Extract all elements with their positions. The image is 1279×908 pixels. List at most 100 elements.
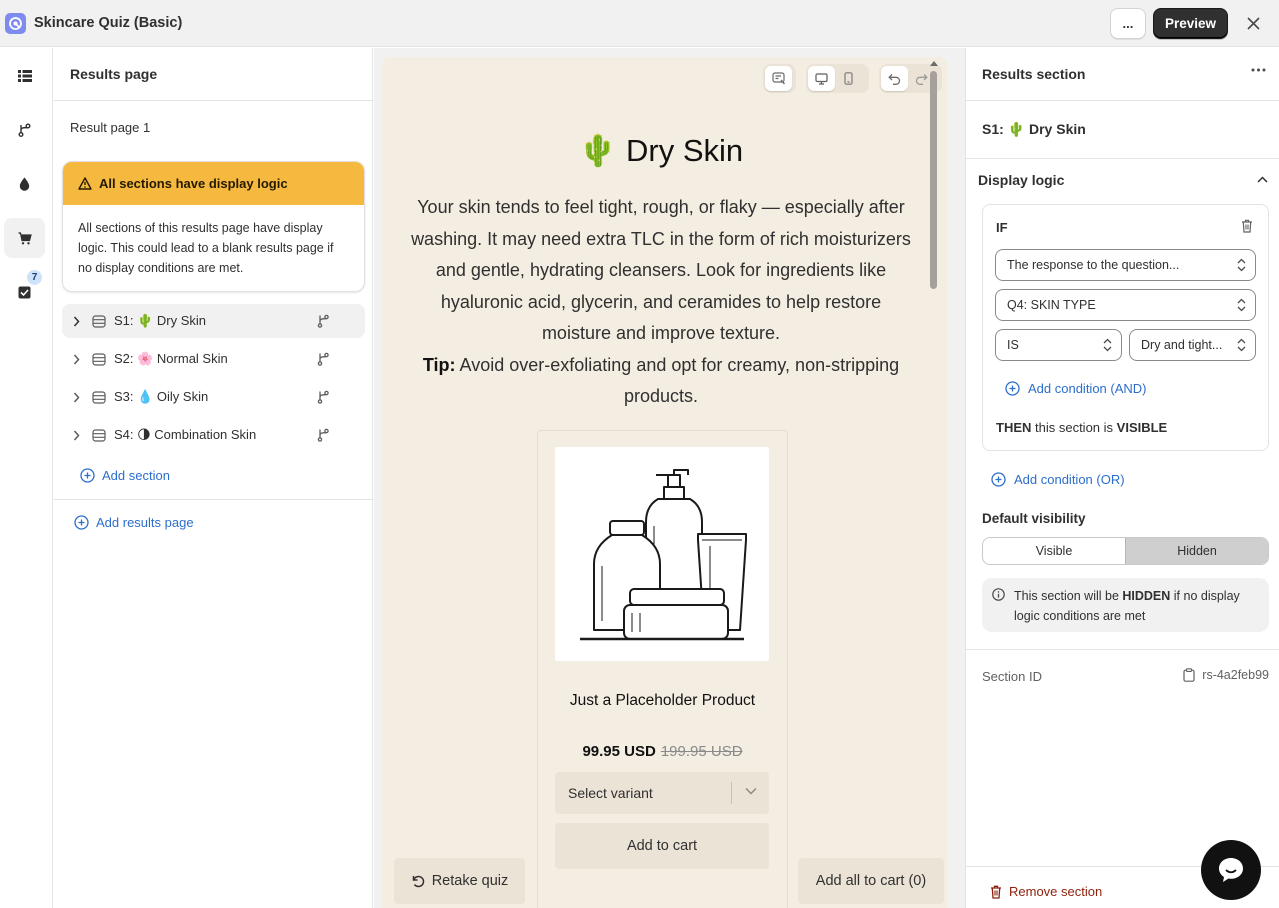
warning-icon: [78, 177, 92, 190]
add-condition-and-link[interactable]: Add condition (AND): [1005, 381, 1147, 396]
section-stack-icon: [92, 390, 106, 404]
question-select[interactable]: Q4: SKIN TYPE: [995, 289, 1256, 321]
warning-banner: All sections have display logic All sect…: [62, 161, 365, 292]
desktop-icon[interactable]: [808, 66, 835, 91]
section-item-s4[interactable]: S4: 🌗 Combination Skin: [62, 418, 365, 452]
chevron-right-icon[interactable]: [66, 392, 86, 403]
section-id-value: rs-4a2feb99: [1202, 668, 1269, 682]
droplet-icon: [19, 177, 30, 191]
result-page-title[interactable]: Result page 1: [70, 120, 150, 135]
trash-icon[interactable]: [1241, 219, 1253, 233]
remove-section-button[interactable]: Remove section: [990, 884, 1102, 899]
selected-section-title: S1: 🌵 Dry Skin: [966, 101, 1279, 159]
section-item-s1[interactable]: S1: 🌵 Dry Skin: [62, 304, 365, 338]
section-heading[interactable]: 🌵 Dry Skin: [382, 132, 940, 169]
add-section-link[interactable]: Add section: [80, 468, 170, 483]
branch-icon: [317, 314, 329, 328]
top-bar: Skincare Quiz (Basic) ... Preview: [0, 0, 1279, 47]
rail-item-logic[interactable]: [4, 110, 45, 150]
add-all-to-cart-button[interactable]: Add all to cart (0): [798, 858, 944, 904]
undo-icon[interactable]: [881, 66, 908, 91]
operator-select[interactable]: IS: [995, 329, 1122, 361]
display-logic-heading[interactable]: Display logic: [978, 172, 1064, 188]
condition-group: IF The response to the question... Q4: S…: [982, 204, 1269, 451]
add-to-cart-button[interactable]: Add to cart: [555, 823, 769, 869]
icon-rail: 7: [0, 48, 53, 908]
section-item-label: S1: 🌵 Dry Skin: [114, 313, 207, 328]
notice-text-a: This section will be: [1014, 589, 1123, 603]
section-id-copy[interactable]: rs-4a2feb99: [1183, 668, 1269, 682]
chevron-right-icon[interactable]: [66, 430, 86, 441]
retake-quiz-label: Retake quiz: [431, 873, 509, 889]
product-name[interactable]: Just a Placeholder Product: [538, 692, 787, 710]
plus-circle-icon: [80, 468, 95, 483]
scroll-up-icon[interactable]: [928, 59, 940, 67]
trash-icon: [991, 885, 1001, 899]
chevron-up-icon[interactable]: [1257, 176, 1268, 183]
more-actions-button[interactable]: ...: [1109, 8, 1146, 39]
default-visibility-toggle: Visible Hidden: [982, 537, 1269, 565]
visible-option[interactable]: Visible: [983, 538, 1125, 564]
mobile-icon[interactable]: [835, 66, 862, 91]
divider: [54, 499, 373, 500]
add-condition-or-link[interactable]: Add condition (OR): [991, 472, 1125, 487]
remove-section-label: Remove section: [1009, 884, 1103, 899]
rail-item-checklist[interactable]: 7: [4, 270, 45, 312]
retake-quiz-button[interactable]: Retake quiz: [394, 858, 525, 904]
add-section-label: Add section: [102, 468, 170, 483]
product-card[interactable]: Just a Placeholder Product 99.95 USD 199.…: [537, 430, 788, 908]
warning-banner-body: All sections of this results page have d…: [78, 221, 334, 275]
chat-launcher-button[interactable]: [1201, 840, 1261, 900]
branch-icon: [317, 352, 329, 366]
section-description[interactable]: Your skin tends to feel tight, rough, or…: [408, 192, 914, 413]
rail-item-design[interactable]: [4, 164, 45, 204]
section-item-label: S2: 🌸 Normal Skin: [114, 351, 228, 366]
then-keyword: THEN: [996, 420, 1032, 435]
visibility-notice: This section will be HIDDEN if no displa…: [982, 578, 1269, 632]
tip-text: Avoid over-exfoliating and opt for cream…: [455, 354, 900, 407]
section-item-s3[interactable]: S3: 💧 Oily Skin: [62, 380, 365, 414]
scrollbar[interactable]: [928, 57, 940, 908]
checklist-count-badge: 7: [27, 270, 42, 285]
condition-source-select[interactable]: The response to the question...: [995, 249, 1256, 281]
operator-value: IS: [1007, 338, 1019, 352]
chat-bubble-icon: [1219, 858, 1243, 882]
scrollbar-thumb[interactable]: [930, 71, 937, 289]
close-icon[interactable]: [1243, 14, 1263, 34]
preview-button[interactable]: Preview: [1152, 8, 1228, 39]
rail-item-results[interactable]: [4, 218, 45, 258]
hidden-option[interactable]: Hidden: [1125, 538, 1268, 564]
tip-label: Tip:: [422, 354, 456, 375]
section-item-s2[interactable]: S2: 🌸 Normal Skin: [62, 342, 365, 376]
then-state: VISIBLE: [1116, 420, 1168, 435]
inspect-icon[interactable]: [765, 66, 792, 91]
answer-value: Dry and tight...: [1141, 338, 1223, 352]
add-condition-or-label: Add condition (OR): [1014, 472, 1125, 487]
info-icon: [992, 588, 1005, 601]
section-stack-icon: [92, 352, 106, 366]
section-stack-icon: [92, 428, 106, 442]
default-visibility-heading: Default visibility: [982, 511, 1086, 526]
rail-item-questions[interactable]: [4, 56, 45, 96]
notice-text-b: HIDDEN: [1122, 589, 1171, 603]
variant-select[interactable]: Select variant: [555, 772, 769, 814]
add-results-page-link[interactable]: Add results page: [74, 515, 194, 530]
section-settings-panel: Results section S1: 🌵 Dry Skin Display l…: [966, 48, 1279, 908]
more-horizontal-icon[interactable]: [1251, 68, 1266, 72]
preview-area: 🌵 Dry Skin Your skin tends to feel tight…: [374, 48, 965, 908]
app-title: Skincare Quiz (Basic): [34, 15, 183, 31]
branch-icon: [317, 390, 329, 404]
restart-icon: [412, 875, 424, 888]
section-id-label: Section ID: [982, 669, 1042, 684]
chevron-down-icon: [745, 787, 757, 795]
answer-value-select[interactable]: Dry and tight...: [1129, 329, 1256, 361]
chevron-right-icon[interactable]: [66, 316, 86, 327]
device-toggle: [806, 64, 869, 93]
add-results-page-label: Add results page: [96, 515, 194, 530]
results-section-title: Results section: [982, 66, 1086, 82]
chevron-right-icon[interactable]: [66, 354, 86, 365]
select-arrows-icon: [1237, 258, 1246, 272]
plus-circle-icon: [1005, 381, 1020, 396]
branch-icon: [18, 123, 31, 137]
if-label: IF: [996, 220, 1008, 235]
